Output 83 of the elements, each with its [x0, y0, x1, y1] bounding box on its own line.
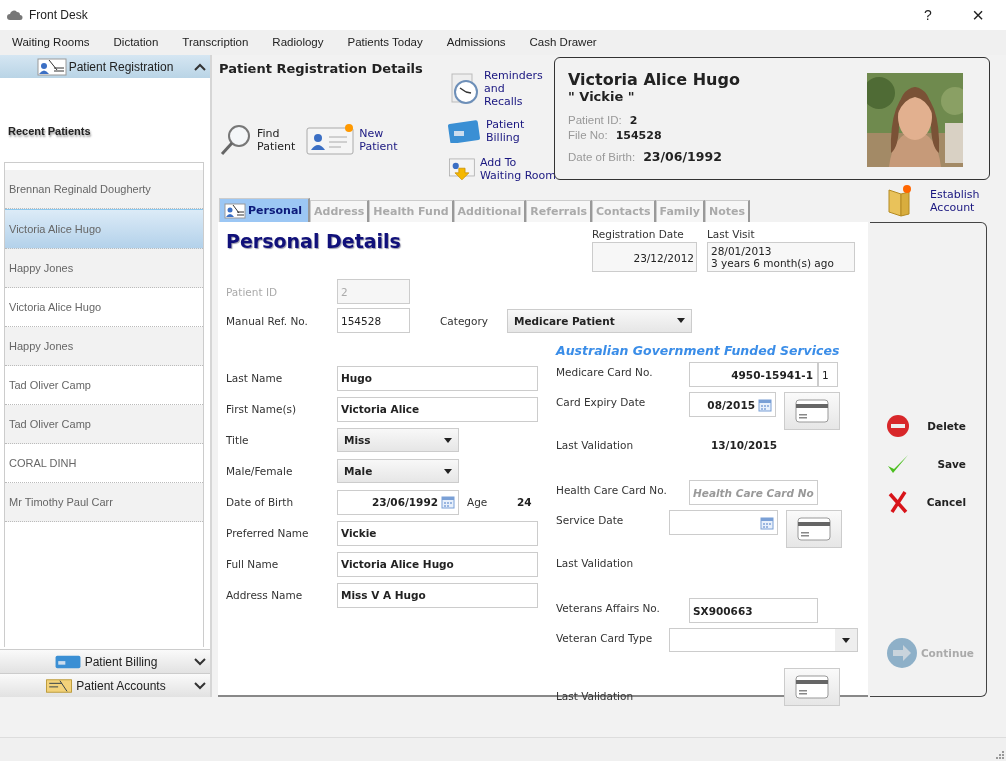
field-value: 154528	[615, 128, 662, 143]
menu-item[interactable]: Cash Drawer	[517, 30, 609, 55]
field-label: Patient ID	[226, 285, 279, 298]
field-label: Age	[467, 496, 489, 508]
field-label: Full Name	[226, 558, 280, 570]
field-label: Title	[226, 434, 250, 446]
section-heading: Recent Patients	[7, 124, 92, 139]
field-label: Veterans Affairs No.	[556, 601, 661, 616]
input-field[interactable]: 154528	[337, 308, 410, 333]
field-label: Health Care Card No.	[556, 483, 668, 498]
establish-account-button[interactable]: Establish Account	[886, 184, 1006, 218]
input-field[interactable]: Victoria Alice	[337, 396, 538, 422]
menu-item[interactable]: Transcription	[170, 30, 261, 55]
date-field[interactable]: 23/12/2012	[592, 242, 697, 272]
menu-item[interactable]: Dictation	[101, 30, 171, 55]
help-button[interactable]: ?	[906, 0, 950, 30]
field-value: 13/10/2015	[711, 439, 778, 451]
patient-list-item[interactable]: Victoria Alice Hugo	[5, 209, 203, 249]
field-label: Card Expiry Date	[556, 395, 647, 410]
field-label: Date of Birth	[226, 496, 295, 508]
field-label: Date of Birth:	[568, 150, 636, 165]
field-label: Last Visit	[707, 228, 756, 240]
field-label: Last Validation	[556, 689, 635, 704]
field-label: Male/Female	[226, 465, 294, 477]
date-field[interactable]: 23/06/1992	[337, 489, 459, 515]
field-label: Last Validation	[556, 438, 635, 453]
page-title: Patient Registration Details	[219, 61, 424, 76]
field-value: 23/06/1992	[643, 149, 722, 164]
action-button[interactable]: Delete	[870, 413, 986, 439]
field-label: First Name(s)	[226, 403, 298, 415]
input-field[interactable]: Vickie	[337, 520, 538, 546]
category-dropdown[interactable]: Medicare Patient	[507, 308, 692, 333]
action-button[interactable]: Save	[870, 451, 986, 477]
field-label: Last Validation	[556, 556, 635, 571]
input-field[interactable]: Health Care Card No	[689, 480, 818, 505]
menu-item[interactable]: Radiology	[260, 30, 336, 55]
tab[interactable]: Personal	[219, 198, 311, 222]
input-field[interactable]: Miss V A Hugo	[337, 582, 538, 608]
section-header[interactable]: Patient Billing	[0, 649, 210, 673]
patient-name: Victoria Alice Hugo	[568, 70, 740, 89]
patient-list-item[interactable]: Happy Jones	[5, 249, 203, 288]
field-value: 24	[517, 496, 532, 508]
patient-list-item[interactable]: Mr Timothy Paul Carr	[5, 483, 203, 522]
field-label: Manual Ref. No.	[226, 314, 309, 327]
input-field[interactable]: SX900663	[689, 598, 818, 623]
section-heading: Australian Government Funded Services	[556, 343, 841, 360]
input-field[interactable]: Hugo	[337, 365, 538, 391]
field-label: Address Name	[226, 589, 304, 601]
patient-list-item[interactable]: Tad Oliver Camp	[5, 405, 203, 444]
field-label: Patient ID:	[568, 113, 622, 128]
toolbar-button[interactable]: Find Patient	[219, 122, 296, 158]
input-field[interactable]: Victoria Alice Hugo	[337, 551, 538, 577]
toolbar-button[interactable]: Reminders and Recalls	[448, 69, 556, 108]
field-label: Service Date	[556, 513, 625, 528]
section-header[interactable]: Patient Accounts	[0, 673, 210, 697]
menu-item[interactable]: Patients Today	[335, 30, 435, 55]
close-button[interactable]: ×	[956, 0, 1000, 30]
window-title: Front Desk	[29, 8, 88, 22]
field-label: Veteran Card Type	[556, 631, 654, 646]
last-visit-field: 28/01/2013 3 years 6 month(s) ago	[707, 242, 855, 272]
section-header[interactable]: Patient Registration	[0, 55, 210, 78]
field-label: Preferred Name	[226, 527, 310, 539]
patient-list-item[interactable]: Brennan Reginald Dougherty	[5, 170, 203, 209]
card-number-field[interactable]: 4950-15941-1	[689, 362, 818, 387]
patient-nickname: " Vickie "	[568, 89, 636, 104]
field-label: Registration Date	[592, 228, 685, 240]
field-label: Category	[440, 314, 489, 327]
toolbar-button[interactable]: New Patient	[305, 122, 398, 158]
toolbar-button[interactable]: Patient Billing	[448, 118, 556, 144]
menu-item[interactable]: Waiting Rooms	[0, 30, 102, 55]
date-field[interactable]: 08/2015	[689, 392, 776, 417]
dropdown[interactable]: Male	[337, 459, 459, 483]
section-heading: Personal Details	[226, 230, 402, 254]
field-label: Medicare Card No.	[556, 365, 654, 380]
patient-list-item[interactable]: Happy Jones	[5, 327, 203, 366]
action-button[interactable]: Cancel	[870, 489, 986, 515]
toolbar-button[interactable]: Add To Waiting Room	[448, 154, 556, 184]
field-value: 2	[629, 113, 638, 128]
menu-item[interactable]: Admissions	[434, 30, 518, 55]
issue-number-field[interactable]: 1	[818, 362, 838, 387]
field-label: Last Name	[226, 372, 284, 384]
field-label: File No:	[568, 128, 608, 143]
dropdown[interactable]: Miss	[337, 428, 459, 452]
